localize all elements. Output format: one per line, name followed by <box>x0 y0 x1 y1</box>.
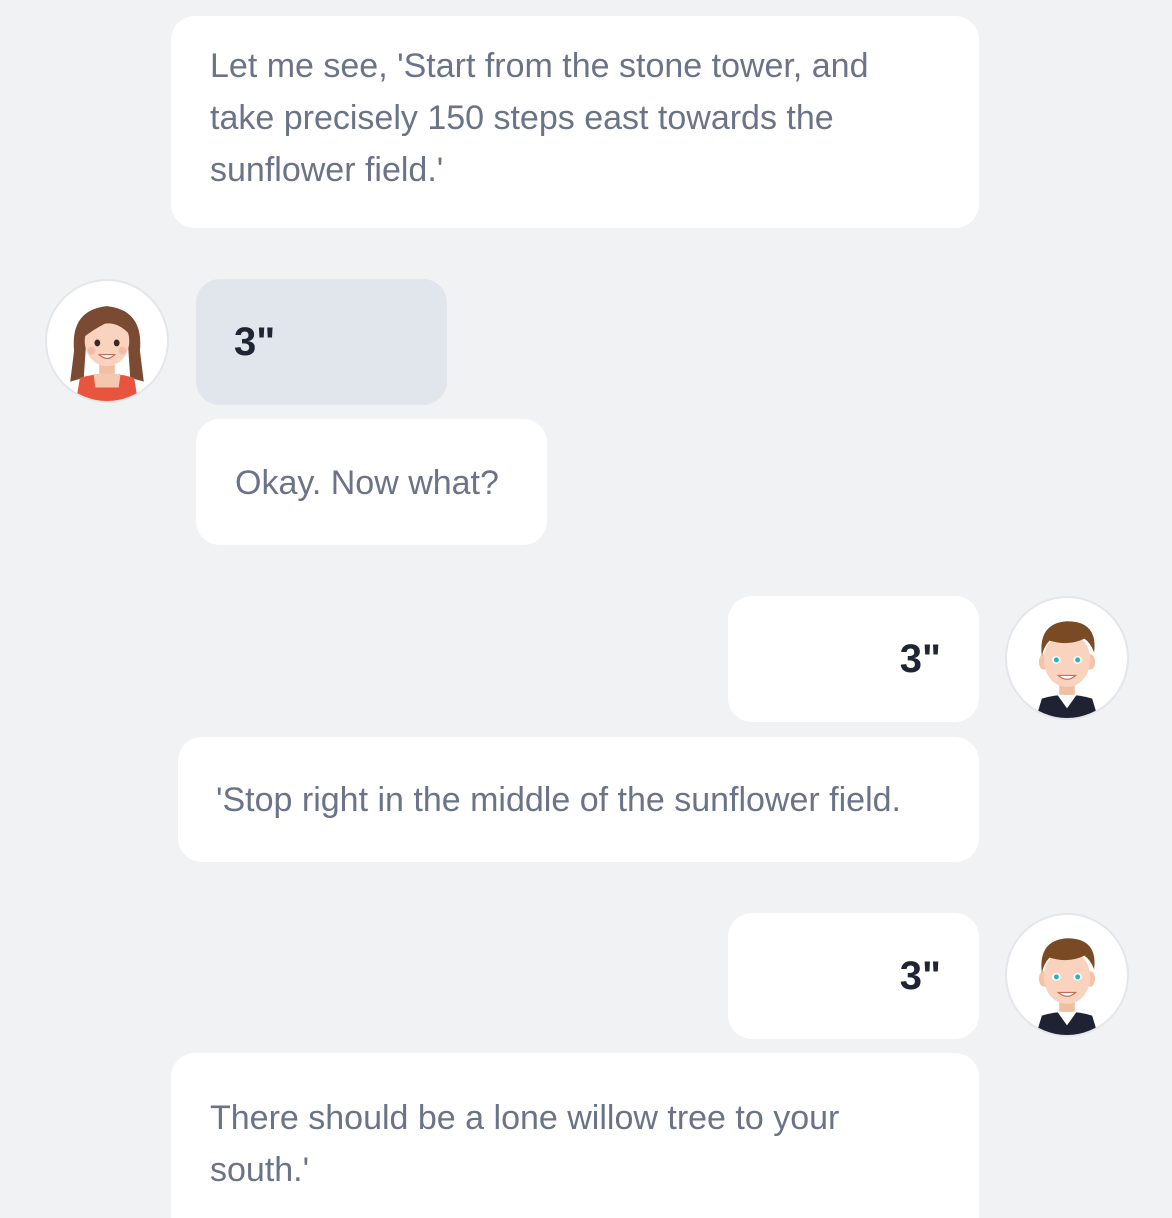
message-text: Okay. Now what? <box>235 464 499 502</box>
message-text: There should be a lone willow tree to yo… <box>210 1099 840 1189</box>
voice-message-bubble[interactable]: 3" <box>728 596 979 722</box>
message-text: 'Stop right in the middle of the sunflow… <box>216 781 901 819</box>
voice-duration: 3" <box>899 637 941 681</box>
message-bubble-text[interactable]: Let me see, 'Start from the stone tower,… <box>171 16 979 228</box>
voice-message-bubble[interactable]: 3" <box>196 279 447 405</box>
voice-duration: 3" <box>234 320 276 364</box>
girl-avatar[interactable] <box>45 279 169 403</box>
boy-avatar[interactable] <box>1005 913 1129 1037</box>
chat-thread: Let me see, 'Start from the stone tower,… <box>0 0 1172 1218</box>
boy-avatar-icon <box>1036 938 1098 1035</box>
message-text: Let me see, 'Start from the stone tower,… <box>210 47 869 189</box>
message-bubble-text[interactable]: 'Stop right in the middle of the sunflow… <box>178 737 979 862</box>
voice-duration: 3" <box>899 954 941 998</box>
girl-avatar-icon <box>70 306 144 401</box>
message-bubble-text[interactable]: Okay. Now what? <box>196 419 547 545</box>
boy-avatar[interactable] <box>1005 596 1129 720</box>
message-bubble-text[interactable]: There should be a lone willow tree to yo… <box>171 1053 979 1218</box>
voice-message-bubble[interactable]: 3" <box>728 913 979 1039</box>
boy-avatar-icon <box>1036 621 1098 718</box>
